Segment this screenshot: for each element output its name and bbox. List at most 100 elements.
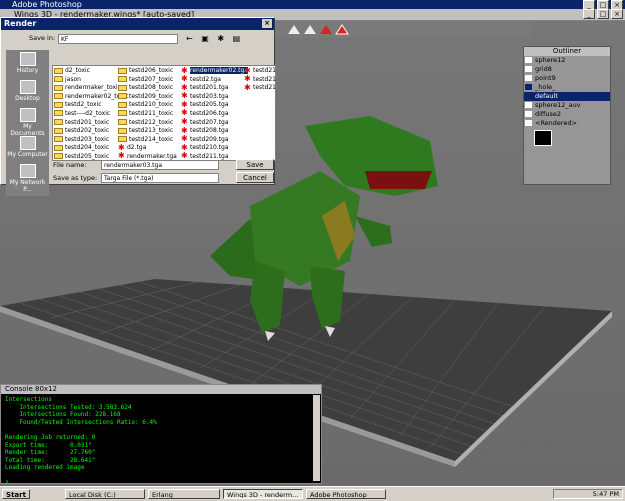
image-file-icon: ✱ <box>244 74 251 84</box>
image-file-icon: ✱ <box>181 134 188 144</box>
place-desktop[interactable]: Desktop <box>6 80 49 106</box>
face-mode-icon[interactable] <box>320 25 332 34</box>
outliner-item-label: <Rendered> <box>535 119 578 127</box>
file-item[interactable]: testd212_toxic <box>118 119 177 128</box>
outliner-item-label: _hole_ <box>535 83 556 91</box>
outliner-item[interactable]: _hole_ <box>524 83 610 92</box>
outliner-panel: Outliner sphere12 grid8 point9 _hole_ defaul… <box>523 46 611 185</box>
outliner-item-label: sphere12_auv <box>535 101 581 109</box>
file-name: testd203_toxic <box>65 135 110 143</box>
save-in-select[interactable]: KF <box>58 34 178 44</box>
place-network[interactable]: My Network P... <box>6 164 49 193</box>
console-output: Intersections Intersections Tested: 3.58… <box>5 396 157 487</box>
file-name: testd21 <box>253 67 276 74</box>
file-item[interactable]: testd207_toxic <box>118 76 177 85</box>
vertex-mode-icon[interactable] <box>288 25 300 34</box>
task-erlang[interactable]: Erlang <box>148 489 220 499</box>
file-item[interactable]: testd206_toxic <box>118 67 177 76</box>
outliner-item[interactable]: diffuse2 <box>524 110 610 119</box>
console-title: Console 80x12 <box>1 385 321 394</box>
file-name: testd213_toxic <box>129 127 174 135</box>
console-line: Render time: 27.760" <box>5 449 96 457</box>
rendered-thumbnail[interactable] <box>534 130 552 146</box>
body-mode-icon[interactable] <box>335 24 349 35</box>
maximize-icon[interactable]: □ <box>597 9 609 19</box>
console-line: Loading rendered image <box>5 464 85 472</box>
console-scrollbar[interactable] <box>313 395 320 481</box>
folder-icon <box>118 84 127 91</box>
filename-input[interactable]: rendermaker03.tga <box>101 160 219 170</box>
file-item[interactable]: ✱ testd207.tga <box>181 118 248 128</box>
folder-icon <box>118 93 127 100</box>
file-name: testd205.tga <box>190 101 229 109</box>
image-file-icon: ✱ <box>181 142 188 152</box>
outliner-item[interactable]: sphere12 <box>524 56 610 65</box>
outliner-item[interactable]: <Rendered> <box>524 119 610 128</box>
object-icon <box>525 102 532 108</box>
file-item[interactable]: testd208_toxic <box>118 84 177 93</box>
folder-icon <box>54 144 63 151</box>
save-as-select[interactable]: Targa File (*.tga) <box>101 173 219 183</box>
console-line: Export time: 0.031" <box>5 441 92 449</box>
file-item[interactable]: ✱ testd21 <box>244 83 276 93</box>
minimize-icon[interactable]: _ <box>583 9 595 19</box>
folder-nav-icons[interactable]: ← ▣ ✱ ▤ <box>186 34 243 44</box>
file-item[interactable]: ✱ testd210.tga <box>181 142 248 153</box>
file-item[interactable]: ✱ testd205.tga <box>181 99 248 110</box>
file-name: testd212_toxic <box>129 118 174 126</box>
outliner-item[interactable]: default <box>524 92 610 101</box>
mouth <box>365 171 432 189</box>
folder-icon <box>54 101 63 108</box>
clock: 5:47 PM <box>592 490 619 498</box>
cancel-button[interactable]: Cancel <box>236 172 274 183</box>
file-name: testd201_toxic <box>65 118 110 126</box>
file-item[interactable]: testd213_toxic <box>118 127 177 136</box>
file-name: d2_toxic <box>65 67 90 74</box>
file-item[interactable]: testd209_toxic <box>118 93 177 102</box>
save-button[interactable]: Save <box>236 159 274 170</box>
folder-icon <box>54 119 63 126</box>
file-item[interactable]: ✱ testd208.tga <box>181 125 248 136</box>
file-item[interactable]: ✱ testd201.tga <box>181 83 248 93</box>
start-button[interactable]: Start <box>2 489 30 499</box>
file-name: testd201.tga <box>190 84 229 92</box>
file-item[interactable]: ✱ rendermaker02.tga <box>181 66 249 76</box>
task-local-disk[interactable]: Local Disk (C:) <box>65 489 145 499</box>
outliner-item[interactable]: sphere12_auv <box>524 101 610 110</box>
app-title: Adobe Photoshop <box>12 0 82 9</box>
folder-icon <box>54 67 63 74</box>
file-name: testd204_toxic <box>65 144 110 152</box>
image-file-icon: ✱ <box>181 125 188 135</box>
place-my-computer[interactable]: My Computer <box>6 136 49 162</box>
file-item[interactable]: testd211_toxic <box>118 110 177 119</box>
console-line: Rendering Job returned: 0 <box>5 433 96 441</box>
file-name: testd210.tga <box>190 144 229 152</box>
place-my-documents[interactable]: My Documents <box>6 108 49 137</box>
outliner-item[interactable]: grid8 <box>524 65 610 74</box>
file-name: testd21 <box>253 84 276 92</box>
file-item[interactable]: ✱ testd2.tga <box>181 75 248 85</box>
close-icon[interactable]: × <box>262 19 272 28</box>
file-item[interactable]: testd210_toxic <box>118 101 177 110</box>
console-window: Console 80x12 Intersections Intersection… <box>0 384 322 487</box>
task-photoshop[interactable]: Adobe Photoshop <box>306 489 386 499</box>
file-name: jason <box>65 75 81 83</box>
console-line: Intersections <box>5 396 52 403</box>
file-item[interactable]: ✱ testd206.tga <box>181 109 248 119</box>
file-item[interactable]: ✱ d2.tga <box>118 143 177 153</box>
file-name: testd211.tga <box>190 152 229 160</box>
task-wings3d[interactable]: Wings 3D - renderm... <box>223 489 303 499</box>
image-file-icon: ✱ <box>181 99 188 109</box>
close-icon[interactable]: × <box>611 9 623 19</box>
image-file-icon: ✱ <box>181 91 188 101</box>
folder-icon <box>54 153 63 160</box>
file-name: testd21 <box>253 75 276 83</box>
edge-mode-icon[interactable] <box>304 25 316 34</box>
save-as-label: Save as type: <box>53 174 98 182</box>
filename-label: File name: <box>53 161 87 169</box>
outliner-item[interactable]: point9 <box>524 74 610 83</box>
folder-icon <box>118 101 127 108</box>
network-icon <box>19 164 36 178</box>
place-history[interactable]: History <box>6 52 49 78</box>
